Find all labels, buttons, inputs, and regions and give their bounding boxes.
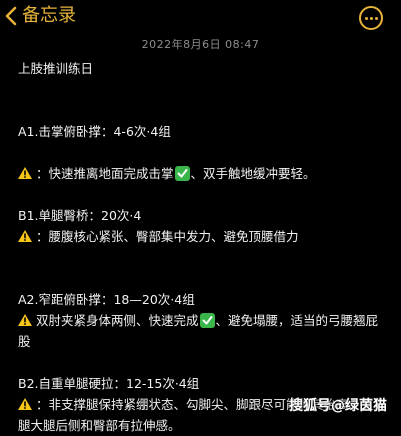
warning-icon: [18, 398, 32, 410]
exercise-b1-tip: ：腰腹核心紧张、臀部集中发力、避免顶腰借力: [18, 226, 388, 247]
note-title: 上肢推训练日: [18, 61, 94, 76]
warning-icon: [18, 167, 32, 179]
a2-tip-text: 双肘夹紧身体两侧、快速完成: [36, 313, 199, 328]
exercise-a1-tip: ：快速推离地面完成击掌 、双手触地缓冲要轻。: [18, 163, 388, 184]
back-button[interactable]: 备忘录: [2, 4, 76, 28]
back-label: 备忘录: [22, 5, 76, 26]
b1-tip-text: ：腰腹核心紧张、臀部集中发力、避免顶腰借力: [36, 229, 299, 244]
more-dot-icon: [369, 16, 373, 20]
check-mark-icon: [174, 166, 190, 181]
exercise-a1-heading: A1.击掌俯卧撑：4-6次·4组: [18, 124, 171, 139]
a1-tip-text: ：快速推离地面完成击掌: [36, 166, 174, 181]
more-options-button[interactable]: [359, 6, 383, 30]
exercise-b2-heading: B2.自重单腿硬拉：12-15次·4组: [18, 376, 200, 391]
check-mark-icon: [199, 313, 215, 328]
more-dot-icon: [374, 16, 378, 20]
note-body[interactable]: 上肢推训练日 A1.击掌俯卧撑：4-6次·4组 ：快速推离地面完成击掌 、双手触地…: [18, 58, 388, 436]
exercise-a2-tip: 双肘夹紧身体两侧、快速完成 、避免塌腰，适当的弓腰翘屁股: [18, 310, 388, 352]
chevron-left-icon: [2, 4, 22, 28]
navigation-bar: 备忘录: [0, 0, 401, 34]
warning-icon: [18, 314, 32, 326]
more-dot-icon: [364, 16, 368, 20]
exercise-a2-heading: A2.窄距俯卧撑：18—20次·4组: [18, 292, 195, 307]
a1-tip-text-end: 、双手触地缓冲要轻。: [190, 166, 316, 181]
exercise-b1-heading: B1.单腿臀桥：20次·4: [18, 208, 142, 223]
note-timestamp: 2022年8月6日 08:47: [141, 38, 260, 51]
warning-icon: [18, 230, 32, 242]
watermark: 搜狐号@绿茵猫: [289, 398, 387, 414]
